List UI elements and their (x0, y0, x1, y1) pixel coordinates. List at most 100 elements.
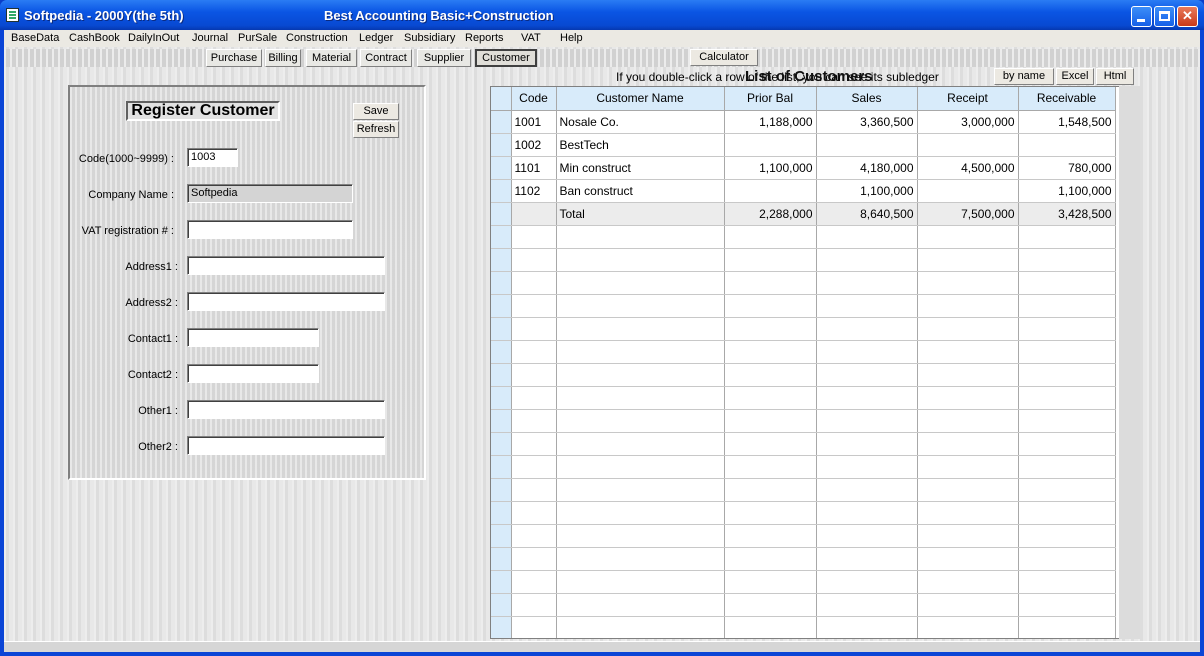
cell-prior-bal[interactable] (724, 524, 817, 548)
table-row[interactable] (491, 248, 1116, 272)
html-button[interactable]: Html (1096, 68, 1134, 85)
cell-code[interactable] (511, 524, 557, 548)
menu-construction[interactable]: Construction (286, 32, 348, 44)
column-header-receipt[interactable]: Receipt (917, 87, 1019, 111)
save-button[interactable]: Save (353, 103, 399, 120)
row-header[interactable] (491, 455, 512, 479)
cell-sales[interactable] (816, 317, 918, 341)
title-bar[interactable]: Softpedia - 2000Y(the 5th) Best Accounti… (0, 0, 1204, 30)
row-header[interactable] (491, 225, 512, 249)
cell-receivable[interactable] (1018, 133, 1116, 157)
cell-sales[interactable] (816, 133, 918, 157)
table-row[interactable] (491, 409, 1116, 433)
cell-prior-bal[interactable] (724, 432, 817, 456)
cell-receipt[interactable] (917, 363, 1019, 387)
row-header[interactable] (491, 317, 512, 341)
cell-receipt[interactable] (917, 271, 1019, 295)
cell-prior-bal[interactable] (724, 386, 817, 410)
cell-receipt[interactable] (917, 409, 1019, 433)
cell-sales[interactable] (816, 616, 918, 638)
cell-receivable[interactable] (1018, 455, 1116, 479)
cell-prior-bal[interactable] (724, 570, 817, 594)
cell-customer-name[interactable] (556, 248, 725, 272)
cell-receipt[interactable] (917, 432, 1019, 456)
cell-prior-bal[interactable] (724, 501, 817, 525)
menu-dailyinout[interactable]: DailyInOut (128, 32, 179, 44)
calculator-button[interactable]: Calculator (690, 49, 758, 66)
by-name-button[interactable]: by name (994, 68, 1054, 85)
table-row[interactable] (491, 455, 1116, 479)
cell-sales[interactable]: 4,180,000 (816, 156, 918, 180)
cell-sales[interactable] (816, 432, 918, 456)
cell-receipt[interactable] (917, 593, 1019, 617)
table-row[interactable] (491, 478, 1116, 502)
cell-sales[interactable]: 3,360,500 (816, 110, 918, 134)
cell-sales[interactable] (816, 547, 918, 571)
row-header[interactable] (491, 156, 512, 180)
cell-prior-bal[interactable] (724, 133, 817, 157)
contact1-field[interactable] (187, 328, 319, 347)
cell-receivable[interactable]: 780,000 (1018, 156, 1116, 180)
app-icon[interactable] (6, 8, 19, 22)
cell-prior-bal[interactable]: 1,188,000 (724, 110, 817, 134)
tab-customer[interactable]: Customer (475, 49, 537, 67)
tab-purchase[interactable]: Purchase (206, 49, 262, 67)
cell-prior-bal[interactable] (724, 547, 817, 571)
cell-receipt[interactable] (917, 248, 1019, 272)
cell-sales[interactable] (816, 363, 918, 387)
table-row[interactable] (491, 386, 1116, 410)
row-header[interactable] (491, 616, 512, 638)
cell-receipt[interactable] (917, 478, 1019, 502)
cell-receipt[interactable] (917, 524, 1019, 548)
cell-customer-name[interactable]: BestTech (556, 133, 725, 157)
cell-receipt[interactable] (917, 386, 1019, 410)
company-name-field[interactable]: Softpedia (187, 184, 353, 203)
table-row[interactable] (491, 524, 1116, 548)
cell-customer-name[interactable] (556, 271, 725, 295)
row-header[interactable] (491, 202, 512, 226)
cell-receivable[interactable] (1018, 547, 1116, 571)
cell-customer-name[interactable] (556, 386, 725, 410)
cell-code[interactable] (511, 409, 557, 433)
cell-sales[interactable] (816, 225, 918, 249)
table-row[interactable]: 1101 Min construct 1,100,000 4,180,000 4,500… (491, 156, 1116, 180)
cell-sales[interactable] (816, 271, 918, 295)
cell-code[interactable] (511, 547, 557, 571)
cell-receivable[interactable] (1018, 593, 1116, 617)
table-row[interactable] (491, 593, 1116, 617)
cell-code[interactable] (511, 225, 557, 249)
other1-field[interactable] (187, 400, 385, 419)
table-row[interactable] (491, 616, 1116, 638)
tab-billing[interactable]: Billing (265, 49, 301, 67)
cell-receivable[interactable] (1018, 363, 1116, 387)
table-row[interactable] (491, 317, 1116, 341)
cell-sales[interactable]: 1,100,000 (816, 179, 918, 203)
cell-prior-bal[interactable] (724, 409, 817, 433)
column-header-customer-name[interactable]: Customer Name (556, 87, 725, 111)
cell-code[interactable]: 1001 (511, 110, 557, 134)
cell-receivable[interactable] (1018, 225, 1116, 249)
cell-prior-bal[interactable] (724, 294, 817, 318)
cell-customer-name[interactable] (556, 570, 725, 594)
cell-receivable[interactable] (1018, 524, 1116, 548)
customer-grid[interactable]: Code Customer Name Prior Bal Sales Recei… (490, 86, 1140, 639)
cell-customer-name[interactable]: Total (556, 202, 725, 226)
cell-receipt[interactable] (917, 547, 1019, 571)
table-row[interactable] (491, 340, 1116, 364)
maximize-button[interactable] (1154, 6, 1175, 27)
cell-code[interactable] (511, 593, 557, 617)
cell-customer-name[interactable]: Ban construct (556, 179, 725, 203)
cell-customer-name[interactable] (556, 340, 725, 364)
row-header[interactable] (491, 524, 512, 548)
tab-contract[interactable]: Contract (360, 49, 412, 67)
table-row[interactable] (491, 570, 1116, 594)
cell-receivable[interactable] (1018, 501, 1116, 525)
menu-ledger[interactable]: Ledger (359, 32, 393, 44)
cell-receivable[interactable] (1018, 271, 1116, 295)
cell-receipt[interactable] (917, 616, 1019, 638)
table-row[interactable] (491, 432, 1116, 456)
table-row[interactable] (491, 225, 1116, 249)
row-header[interactable] (491, 133, 512, 157)
cell-customer-name[interactable] (556, 501, 725, 525)
cell-receipt[interactable] (917, 294, 1019, 318)
